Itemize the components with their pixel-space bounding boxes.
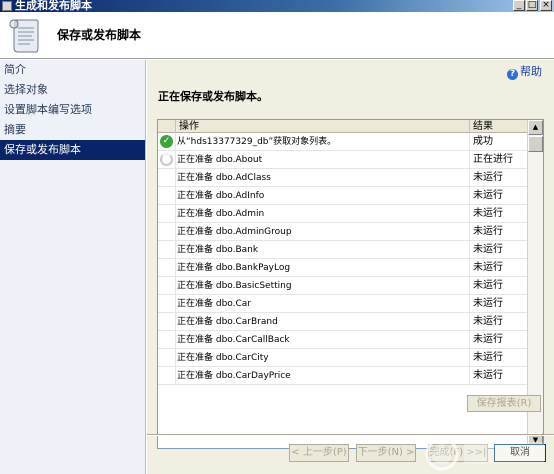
nav-item-summary[interactable]: 摘要 <box>0 120 145 140</box>
column-header-result[interactable]: 结果 <box>470 120 528 133</box>
row-status-cell <box>158 295 176 313</box>
row-status-cell <box>158 151 176 169</box>
table-row[interactable]: 正在准备 dbo.AdminGroup 未运行 <box>158 223 528 241</box>
nav-item-select-objects[interactable]: 选择对象 <box>0 80 145 100</box>
row-result: 未运行 <box>473 244 503 255</box>
nav-item-save-or-publish[interactable]: 保存或发布脚本 <box>0 140 145 160</box>
maximize-button[interactable]: □ <box>526 0 538 11</box>
row-status-cell <box>158 367 176 385</box>
grid-header: 操作 结果 <box>158 120 528 133</box>
script-scroll-icon <box>9 19 39 53</box>
section-title: 正在保存或发布脚本。 <box>158 90 268 103</box>
row-result: 未运行 <box>473 172 503 183</box>
row-result: 未运行 <box>473 316 503 327</box>
watermark-logo <box>425 437 544 471</box>
app-icon <box>2 1 12 11</box>
row-status-cell <box>158 313 176 331</box>
window-title: 生成和发布脚本 <box>15 0 92 12</box>
save-report-button[interactable]: 保存报表(R) <box>467 395 541 412</box>
row-result: 成功 <box>473 136 493 147</box>
table-row[interactable]: 正在准备 dbo.About 正在进行 <box>158 151 528 169</box>
previous-button[interactable]: < 上一步(P) <box>289 444 349 462</box>
row-result: 未运行 <box>473 298 503 309</box>
main-content: ? 帮助 正在保存或发布脚本。 操作 结果 ✓ 从“hds13377329_db”获… <box>147 60 554 474</box>
row-status-cell <box>158 277 176 295</box>
table-row[interactable]: 正在准备 dbo.BasicSetting 未运行 <box>158 277 528 295</box>
help-link[interactable]: ? 帮助 <box>507 63 542 80</box>
row-operation: 正在准备 dbo.Bank <box>176 241 470 259</box>
row-operation: 正在准备 dbo.Admin <box>176 205 470 223</box>
minimize-button[interactable]: _ <box>513 0 525 11</box>
table-row[interactable]: 正在准备 dbo.Bank 未运行 <box>158 241 528 259</box>
row-operation: 正在准备 dbo.AdminGroup <box>176 223 470 241</box>
row-operation: 正在准备 dbo.CarCity <box>176 349 470 367</box>
row-status-cell <box>158 187 176 205</box>
row-operation: 正在准备 dbo.Car <box>176 295 470 313</box>
row-status-cell <box>158 349 176 367</box>
help-label: 帮助 <box>520 65 542 78</box>
grid-rows: ✓ 从“hds13377329_db”获取对象列表。 成功 正在准备 dbo.Abou… <box>158 133 528 385</box>
title-bar: 生成和发布脚本 _ □ × <box>0 0 554 12</box>
table-row[interactable]: 正在准备 dbo.AdInfo 未运行 <box>158 187 528 205</box>
table-row[interactable]: 正在准备 dbo.Admin 未运行 <box>158 205 528 223</box>
in-progress-spinner-icon <box>160 153 173 166</box>
table-row[interactable]: ✓ 从“hds13377329_db”获取对象列表。 成功 <box>158 133 528 151</box>
table-row[interactable]: 正在准备 dbo.AdClass 未运行 <box>158 169 528 187</box>
table-row[interactable]: 正在准备 dbo.CarBrand 未运行 <box>158 313 528 331</box>
row-status-cell <box>158 241 176 259</box>
row-result: 未运行 <box>473 262 503 273</box>
grid-header-icon-col <box>158 120 176 133</box>
row-operation: 正在准备 dbo.AdInfo <box>176 187 470 205</box>
row-result: 未运行 <box>473 280 503 291</box>
scroll-thumb[interactable] <box>528 136 543 152</box>
row-operation: 正在准备 dbo.CarBrand <box>176 313 470 331</box>
row-status-cell <box>158 205 176 223</box>
row-operation: 正在准备 dbo.BasicSetting <box>176 277 470 295</box>
help-icon: ? <box>507 69 518 80</box>
wizard-nav: 简介 选择对象 设置脚本编写选项 摘要 保存或发布脚本 <box>0 60 146 474</box>
row-status-cell <box>158 331 176 349</box>
nav-item-scripting-options[interactable]: 设置脚本编写选项 <box>0 100 145 120</box>
row-operation: 正在准备 dbo.BankPayLog <box>176 259 470 277</box>
row-status-cell <box>158 223 176 241</box>
row-result: 未运行 <box>473 208 503 219</box>
wizard-header: 保存或发布脚本 <box>0 12 554 59</box>
row-result: 未运行 <box>473 352 503 363</box>
row-result: 未运行 <box>473 370 503 381</box>
column-header-operation[interactable]: 操作 <box>176 120 470 133</box>
row-result: 未运行 <box>473 334 503 345</box>
row-operation: 正在准备 dbo.CarDayPrice <box>176 367 470 385</box>
next-button[interactable]: 下一步(N) > <box>356 444 416 462</box>
row-result: 正在进行 <box>473 154 513 165</box>
close-button[interactable]: × <box>540 0 552 11</box>
table-row[interactable]: 正在准备 dbo.CarCallBack 未运行 <box>158 331 528 349</box>
row-result: 未运行 <box>473 226 503 237</box>
row-result: 未运行 <box>473 190 503 201</box>
success-check-icon: ✓ <box>160 135 173 148</box>
row-status-cell <box>158 169 176 187</box>
table-row[interactable]: 正在准备 dbo.Car 未运行 <box>158 295 528 313</box>
nav-item-intro[interactable]: 简介 <box>0 60 145 80</box>
row-operation: 从“hds13377329_db”获取对象列表。 <box>176 133 470 151</box>
row-operation: 正在准备 dbo.AdClass <box>176 169 470 187</box>
table-row[interactable]: 正在准备 dbo.BankPayLog 未运行 <box>158 259 528 277</box>
scroll-up-button[interactable]: ▲ <box>528 120 543 135</box>
table-row[interactable]: 正在准备 dbo.CarCity 未运行 <box>158 349 528 367</box>
table-row[interactable]: 正在准备 dbo.CarDayPrice 未运行 <box>158 367 528 385</box>
row-status-cell: ✓ <box>158 133 176 151</box>
page-title: 保存或发布脚本 <box>57 28 142 42</box>
row-operation: 正在准备 dbo.About <box>176 151 470 169</box>
row-operation: 正在准备 dbo.CarCallBack <box>176 331 470 349</box>
row-status-cell <box>158 259 176 277</box>
